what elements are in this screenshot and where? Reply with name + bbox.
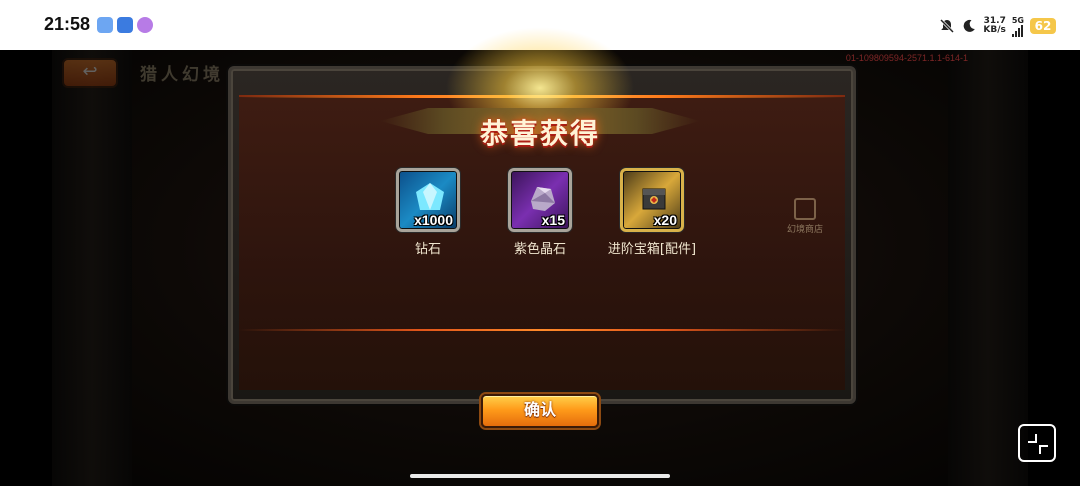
reward-count: x20 <box>653 212 677 228</box>
video-call-icon <box>97 17 113 33</box>
resize-corner-icon <box>1028 434 1048 454</box>
bottom-glow-divider <box>239 329 845 331</box>
reward-count: x1000 <box>414 212 453 228</box>
reward-item-purple-crystal[interactable]: x15 紫色晶石 <box>480 168 600 257</box>
do-not-disturb-moon-icon <box>964 19 976 32</box>
shop-entry: 幻境商店 <box>785 198 825 235</box>
mute-icon <box>940 18 955 34</box>
reward-name: 进阶宝箱[配件] <box>607 242 697 257</box>
network-speed-unit: KB/s <box>983 25 1006 35</box>
shop-label: 幻境商店 <box>786 225 823 235</box>
reward-name: 紫色晶石 <box>513 242 566 257</box>
reward-item-advanced-chest[interactable]: x20 进阶宝箱[配件] <box>592 168 712 257</box>
purple-crystal-icon: x15 <box>508 168 572 232</box>
shop-icon <box>794 198 816 220</box>
nfc-icon <box>117 17 133 33</box>
reward-item-diamond[interactable]: x1000 钻石 <box>368 168 488 257</box>
battery-indicator: 62 <box>1030 18 1056 34</box>
chest-icon: x20 <box>620 168 684 232</box>
gesture-nav-handle[interactable] <box>410 474 670 478</box>
app-notification-icon <box>137 17 153 33</box>
signal-icon <box>1011 24 1023 37</box>
network-type-label: 5G <box>1011 15 1024 25</box>
reward-name: 钻石 <box>414 242 441 257</box>
floating-window-button[interactable] <box>1018 424 1056 462</box>
confirm-button[interactable]: 确认 <box>481 394 599 428</box>
diamond-icon: x1000 <box>396 168 460 232</box>
network-type: 5G <box>1011 15 1024 37</box>
reward-count: x15 <box>541 212 565 228</box>
status-time: 21:58 <box>44 14 91 34</box>
dialog-title: 恭喜获得 <box>479 117 600 150</box>
status-indicators: 31.7 KB/s 5G 62 <box>939 13 1056 39</box>
network-speed: 31.7 KB/s <box>983 17 1005 35</box>
